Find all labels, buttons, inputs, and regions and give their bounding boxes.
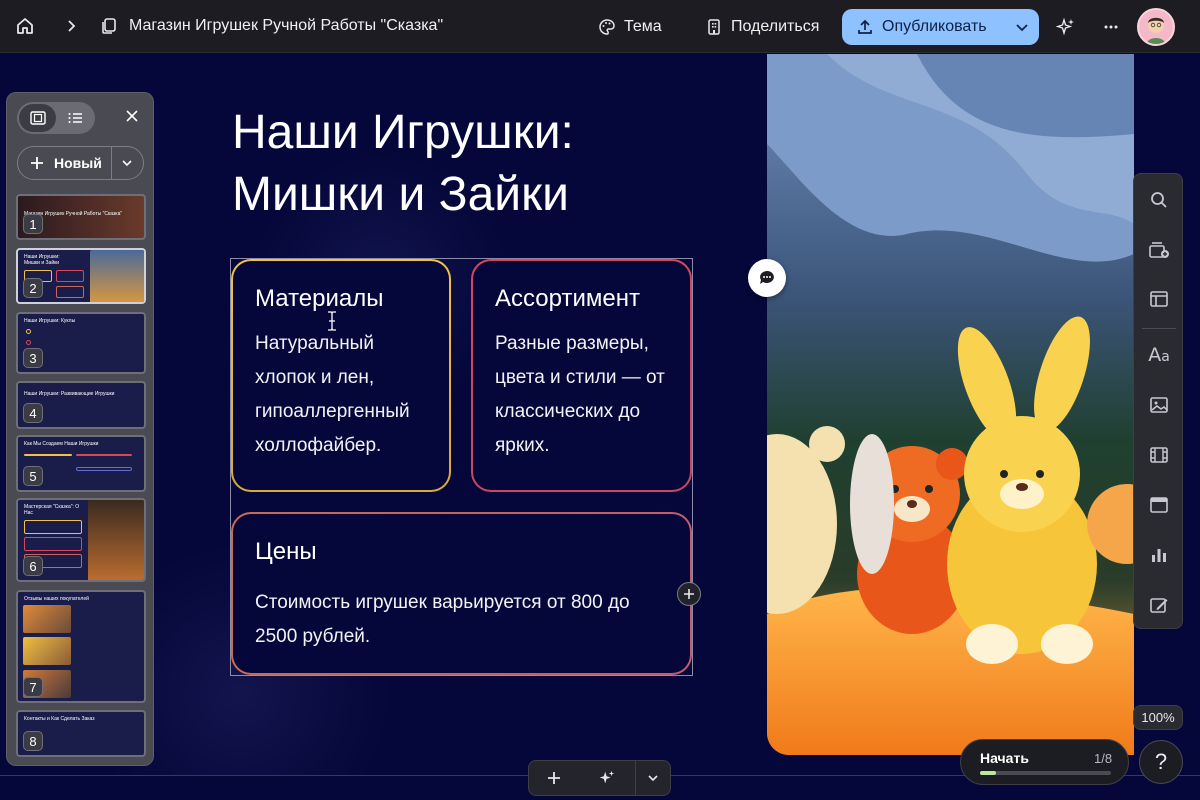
thumbnail-number: 5 [23, 466, 43, 486]
thumbnail-title: Как Мы Создаем Наши Игрушки [24, 441, 99, 447]
document-title[interactable]: Магазин Игрушек Ручной Работы "Сказка" [129, 17, 443, 35]
new-slide-button[interactable]: Новый [17, 146, 144, 180]
avatar[interactable] [1137, 8, 1175, 46]
thumbnail-title: Мастерская "Сказка": О Нас [24, 504, 80, 516]
thumbnail-title: Отзывы наших покупателей [24, 596, 89, 602]
thumbnail-number: 3 [23, 348, 43, 368]
slide-thumbnail[interactable]: Контакты и Как Сделать Заказ 8 [16, 710, 146, 757]
ai-sparkle-icon [599, 770, 615, 784]
document-copy-icon [91, 8, 127, 44]
add-block-handle[interactable] [677, 582, 701, 606]
slide-canvas: Наши Игрушки: Мишки и Зайки Материалы На… [0, 54, 1200, 776]
search-icon[interactable] [1146, 187, 1172, 213]
thumbnail-number: 1 [23, 214, 43, 234]
card-heading: Материалы [255, 285, 384, 312]
plus-icon [31, 157, 43, 169]
thumbnail-number: 4 [23, 403, 43, 423]
slide-thumbnail[interactable]: Наши Игрушки: Куклы 3 [16, 312, 146, 374]
add-card-dropdown[interactable] [635, 761, 670, 795]
title-line-1: Наши Игрушки: [232, 106, 574, 159]
add-card-bar [528, 760, 671, 796]
plus-icon [684, 589, 694, 599]
card-text: Натуральный хлопок и лен, гипоаллергенны… [255, 333, 410, 456]
slide-thumbnail[interactable]: Магазин Игрушек Ручной Работы "Сказка" 1 [16, 194, 146, 240]
present-start-button[interactable]: Начать 1/8 [960, 739, 1129, 785]
list-view-button[interactable] [56, 104, 93, 132]
progress-track [980, 771, 1111, 775]
add-comment-button[interactable] [748, 259, 786, 297]
slide-title[interactable]: Наши Игрушки: Мишки и Зайки [232, 102, 712, 226]
new-slide-dropdown[interactable] [110, 147, 143, 179]
card-heading: Цены [255, 538, 317, 565]
thumbnail-number: 7 [23, 677, 43, 697]
theme-button[interactable]: Тема [590, 9, 670, 45]
text-style-icon[interactable]: Aa [1144, 342, 1174, 368]
comment-icon [760, 271, 774, 284]
slide-thumbnail[interactable]: Отзывы наших покупателей 7 [16, 590, 146, 703]
title-line-2: Мишки и Зайки [232, 168, 569, 221]
ai-generate-card-button[interactable] [579, 761, 635, 795]
filmstrip-icon [29, 111, 46, 125]
upload-icon [858, 19, 872, 34]
thumbnail-title: Наши Игрушки: Развивающие Игрушки [24, 391, 115, 397]
card-heading: Ассортимент [495, 285, 640, 312]
publish-main[interactable]: Опубликовать [842, 9, 1004, 45]
zoom-level[interactable]: 100% [1133, 705, 1183, 730]
slide-thumbnail[interactable]: Наши Игрушки: Мишки и Зайки 2 [16, 248, 146, 304]
edit-draw-icon[interactable] [1146, 592, 1172, 618]
start-label: Начать [980, 750, 1029, 766]
slide-thumbnail[interactable]: Как Мы Создаем Наши Игрушки 5 [16, 435, 146, 492]
publish-dropdown[interactable] [1004, 9, 1039, 45]
view-toggle [17, 102, 95, 134]
help-button[interactable]: ? [1139, 740, 1183, 784]
chart-icon[interactable] [1146, 542, 1172, 568]
thumbnail-title: Контакты и Как Сделать Заказ [24, 716, 95, 722]
card-prices[interactable]: Цены Стоимость игрушек варьируется от 80… [231, 512, 692, 675]
chevron-right-icon [53, 8, 89, 44]
slides-panel: Новый Магазин Игрушек Ручной Работы "Ска… [6, 92, 154, 766]
new-label: Новый [54, 155, 102, 171]
embed-icon[interactable] [1146, 492, 1172, 518]
thumbnail-number: 8 [23, 731, 43, 751]
slide-thumbnail[interactable]: Наши Игрушки: Развивающие Игрушки 4 [16, 381, 146, 429]
building-share-icon [708, 19, 720, 35]
share-button[interactable]: Поделиться [697, 9, 827, 45]
card-text: Разные размеры, цвета и стили — от класс… [495, 333, 665, 456]
add-card-icon[interactable] [1146, 237, 1172, 263]
plus-icon [548, 772, 560, 784]
thumbnail-number: 2 [23, 278, 43, 298]
more-options-icon[interactable] [1093, 9, 1129, 45]
thumbnail-title: Наши Игрушки: Куклы [24, 318, 76, 324]
video-icon[interactable] [1146, 442, 1172, 468]
card-text: Стоимость игрушек варьируется от 800 до … [255, 592, 630, 647]
chevron-down-icon [122, 160, 132, 167]
image-icon[interactable] [1146, 392, 1172, 418]
layout-icon[interactable] [1146, 286, 1172, 312]
filmstrip-view-button[interactable] [19, 104, 56, 132]
add-card-button[interactable] [529, 761, 579, 795]
chevron-down-icon [648, 775, 658, 782]
thumbnail-number: 6 [23, 556, 43, 576]
home-icon[interactable] [7, 8, 43, 44]
publish-label: Опубликовать [882, 18, 987, 35]
close-panel-icon[interactable] [121, 105, 143, 127]
slide-thumbnail[interactable]: Мастерская "Сказка": О Нас 6 [16, 498, 146, 582]
slide-counter: 1/8 [1094, 751, 1113, 766]
theme-label: Тема [624, 18, 662, 35]
insert-toolbar: Aa [1133, 173, 1183, 629]
new-slide-main[interactable]: Новый [18, 147, 111, 179]
top-bar: Магазин Игрушек Ручной Работы "Сказка" Т… [0, 0, 1200, 53]
publish-button[interactable]: Опубликовать [842, 9, 1039, 45]
progress-fill [980, 771, 997, 775]
chevron-down-icon [1015, 24, 1028, 32]
list-icon [68, 113, 82, 123]
card-assortment[interactable]: Ассортимент Разные размеры, цвета и стил… [471, 259, 692, 492]
toys-photo[interactable] [767, 54, 1134, 755]
card-materials[interactable]: Материалы Натуральный хлопок и лен, гипо… [231, 259, 451, 492]
text-cursor-icon [328, 311, 336, 331]
palette-icon [599, 19, 615, 35]
share-label: Поделиться [731, 18, 820, 35]
thumbnail-title: Наши Игрушки: Мишки и Зайки [24, 254, 60, 266]
ai-sparkle-icon[interactable] [1048, 9, 1084, 45]
